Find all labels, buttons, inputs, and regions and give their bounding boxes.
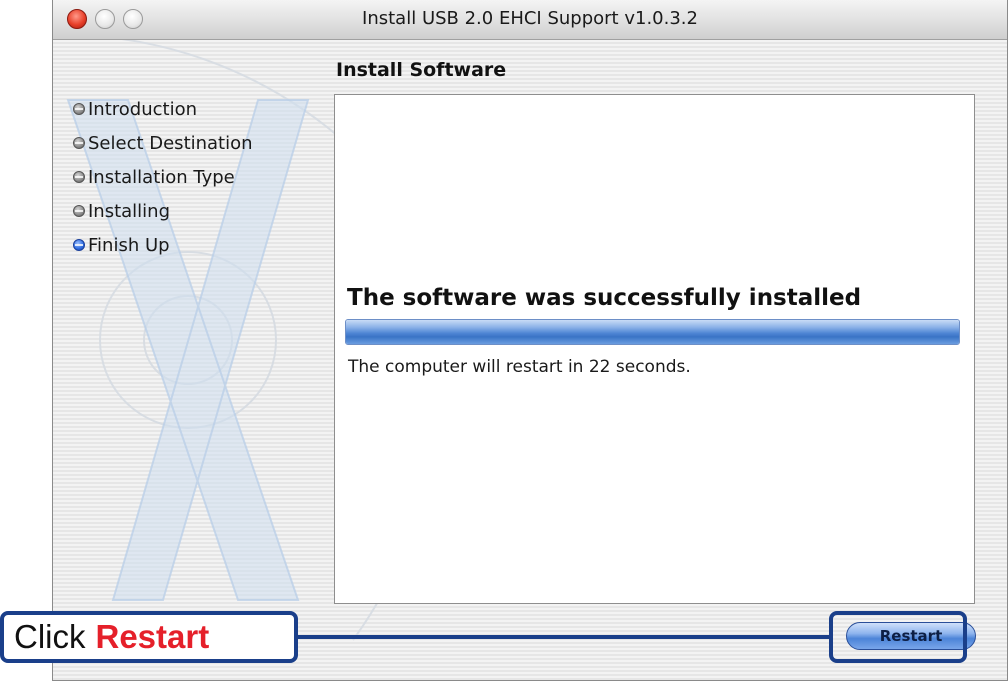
success-heading: The software was successfully installed xyxy=(347,285,862,311)
step-bullet-icon xyxy=(73,171,85,183)
step-label: Finish Up xyxy=(88,234,170,256)
progress-fill xyxy=(346,320,959,344)
step-bullet-icon xyxy=(73,137,85,149)
callout-restart-text: Restart xyxy=(95,618,210,655)
restart-button[interactable]: Restart xyxy=(846,622,976,650)
step-introduction: Introduction xyxy=(73,92,253,126)
restart-countdown-message: The computer will restart in 22 seconds. xyxy=(348,357,691,377)
title-bar[interactable]: Install USB 2.0 EHCI Support v1.0.3.2 xyxy=(53,0,1007,40)
step-label: Installing xyxy=(88,200,171,222)
section-title: Install Software xyxy=(336,59,507,81)
window-title: Install USB 2.0 EHCI Support v1.0.3.2 xyxy=(362,8,698,29)
installer-window: Install USB 2.0 EHCI Support v1.0.3.2 In… xyxy=(52,0,1008,681)
step-select-destination: Select Destination xyxy=(73,126,253,160)
step-bullet-icon xyxy=(73,239,85,251)
step-bullet-icon xyxy=(73,205,85,217)
callout-connector-line xyxy=(298,635,829,639)
step-finish-up: Finish Up xyxy=(73,228,253,262)
installer-steps: Introduction Select Destination Installa… xyxy=(73,92,253,262)
step-label: Introduction xyxy=(88,98,198,120)
step-label: Select Destination xyxy=(88,132,253,154)
step-installing: Installing xyxy=(73,194,253,228)
content-panel: The software was successfully installed … xyxy=(334,94,975,604)
step-bullet-icon xyxy=(73,103,85,115)
progress-bar xyxy=(345,319,960,345)
step-installation-type: Installation Type xyxy=(73,160,253,194)
instruction-callout: Click Restart xyxy=(0,611,298,663)
callout-click-text: Click xyxy=(14,618,86,655)
step-label: Installation Type xyxy=(88,166,235,188)
